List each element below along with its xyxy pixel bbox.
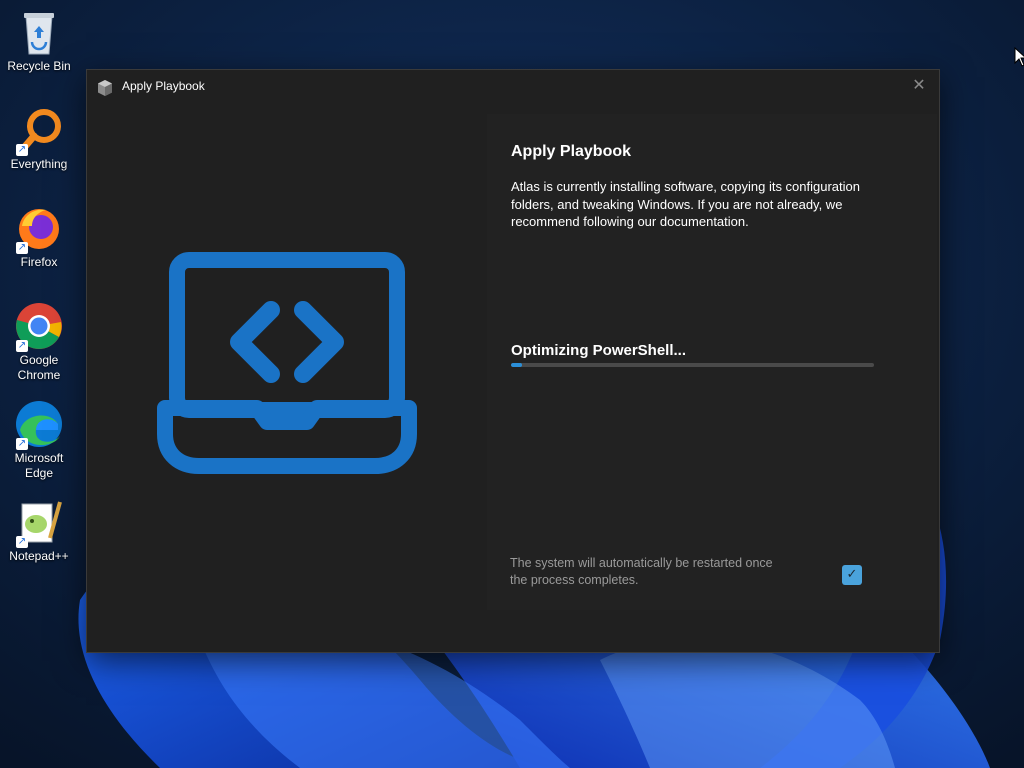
desktop-icon-microsoft-edge[interactable]: ↗ Microsoft Edge	[2, 400, 76, 481]
content-pane: Apply Playbook Atlas is currently instal…	[487, 114, 937, 610]
firefox-icon: ↗	[14, 204, 64, 254]
notepad-plus-plus-icon: ↗	[14, 498, 64, 548]
desktop-icon-label: Recycle Bin	[7, 59, 71, 73]
desktop-icon-notepad-plus-plus[interactable]: ↗ Notepad++	[2, 498, 76, 564]
desktop-icon-everything[interactable]: ↗ Everything	[2, 106, 76, 172]
shortcut-arrow-icon: ↗	[16, 438, 28, 450]
page-heading: Apply Playbook	[511, 143, 632, 160]
shortcut-arrow-icon: ↗	[16, 144, 28, 156]
progress-bar	[511, 363, 874, 367]
recycle-bin-icon	[14, 8, 64, 58]
close-button[interactable]: ✕	[905, 73, 933, 97]
restart-notice: The system will automatically be restart…	[510, 556, 773, 587]
description-text: Atlas is currently installing software, …	[511, 179, 860, 229]
progress-bar-fill	[511, 363, 522, 367]
shortcut-arrow-icon: ↗	[16, 340, 28, 352]
app-icon	[98, 80, 112, 96]
progress-status-text: Optimizing PowerShell...	[511, 342, 687, 359]
desktop-icon-recycle-bin[interactable]: Recycle Bin	[2, 8, 76, 74]
desktop-icon-label: Firefox	[20, 255, 58, 269]
desktop-icon-label: Everything	[10, 157, 68, 171]
mouse-cursor-icon	[1014, 47, 1024, 67]
chrome-icon: ↗	[14, 302, 64, 352]
desktop-icon-label: Google Chrome	[17, 353, 61, 382]
desktop-icon-label: Microsoft Edge	[14, 451, 64, 480]
shortcut-arrow-icon: ↗	[16, 536, 28, 548]
window-title: Apply Playbook	[122, 79, 205, 93]
laptop-code-icon	[157, 252, 417, 474]
restart-checkbox[interactable]: ✓	[842, 565, 862, 585]
desktop-icon-label: Notepad++	[9, 549, 69, 563]
desktop: Recycle Bin ↗ Everything ↗ Firefox ↗ Goo…	[0, 0, 1024, 768]
shortcut-arrow-icon: ↗	[16, 242, 28, 254]
apply-playbook-window: Apply Playbook ✕ Apply Playbook Atlas is…	[86, 69, 940, 653]
desktop-icon-google-chrome[interactable]: ↗ Google Chrome	[2, 302, 76, 383]
edge-icon: ↗	[14, 400, 64, 450]
desktop-icon-firefox[interactable]: ↗ Firefox	[2, 204, 76, 270]
everything-search-icon: ↗	[14, 106, 64, 156]
title-bar[interactable]: Apply Playbook ✕	[87, 70, 939, 104]
